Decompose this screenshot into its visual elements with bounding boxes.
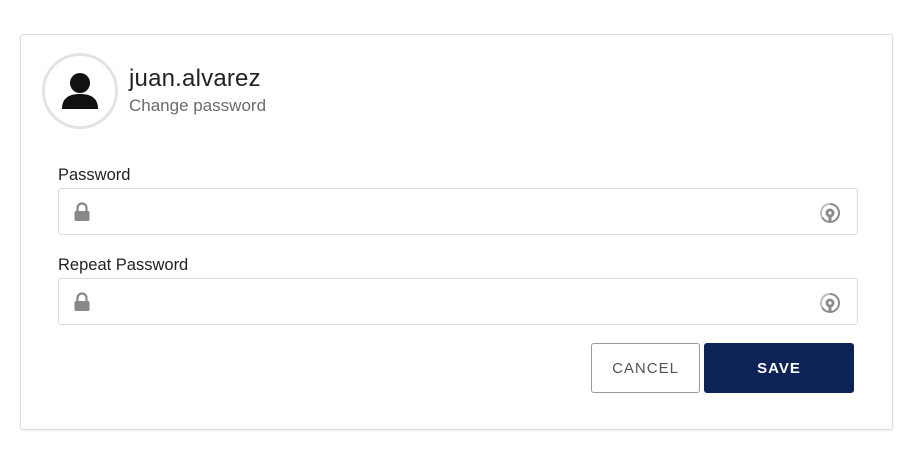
lock-icon bbox=[74, 202, 90, 221]
lock-icon bbox=[74, 292, 90, 311]
cancel-button[interactable]: CANCEL bbox=[591, 343, 700, 393]
user-icon bbox=[62, 73, 98, 109]
page-subtitle: Change password bbox=[129, 96, 267, 115]
password-field bbox=[58, 188, 858, 235]
repeat-password-field bbox=[58, 278, 858, 325]
username: juan.alvarez bbox=[129, 65, 261, 92]
password-label: Password bbox=[58, 166, 131, 184]
reveal-password-icon[interactable] bbox=[819, 202, 841, 224]
repeat-password-input[interactable] bbox=[103, 279, 803, 324]
password-input[interactable] bbox=[103, 189, 803, 234]
reveal-password-icon[interactable] bbox=[819, 292, 841, 314]
avatar bbox=[42, 53, 118, 129]
repeat-password-label: Repeat Password bbox=[58, 256, 189, 274]
change-password-card: juan.alvarez Change password Password Re… bbox=[20, 34, 893, 430]
save-button[interactable]: SAVE bbox=[704, 343, 854, 393]
